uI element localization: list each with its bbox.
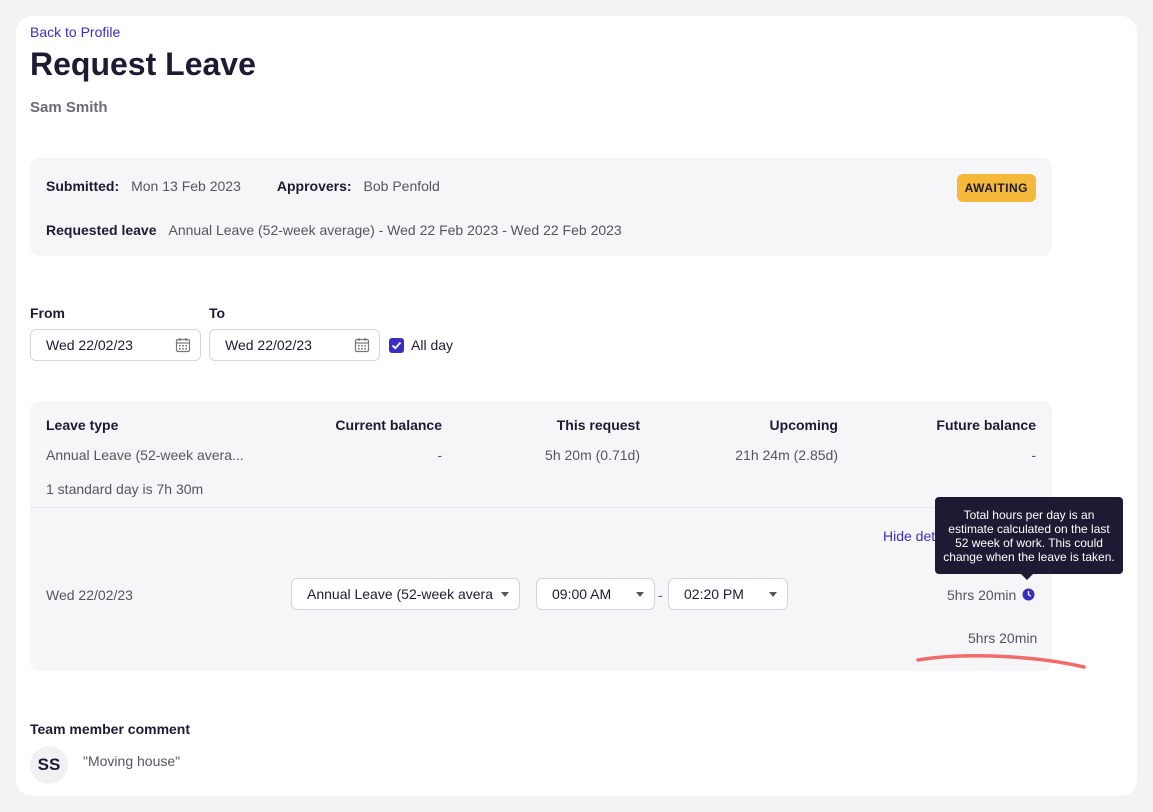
status-badge: AWAITING bbox=[956, 174, 1036, 202]
divider bbox=[30, 507, 1052, 508]
leave-type-select-value: Annual Leave (52-week avera bbox=[307, 586, 494, 602]
all-day-label[interactable]: All day bbox=[411, 337, 453, 353]
start-time-select[interactable]: 09:00 AM bbox=[536, 578, 655, 610]
from-date-input[interactable]: Wed 22/02/23 bbox=[30, 329, 201, 361]
approvers-label: Approvers: bbox=[276, 178, 352, 194]
request-leave-card: Back to Profile Request Leave Sam Smith … bbox=[16, 16, 1137, 796]
current-balance-header: Current balance bbox=[335, 417, 442, 433]
chevron-down-icon bbox=[501, 592, 509, 597]
comment-text: "Moving house" bbox=[83, 753, 181, 769]
back-to-profile-link[interactable]: Back to Profile bbox=[30, 24, 120, 40]
to-date-value: Wed 22/02/23 bbox=[225, 337, 312, 353]
requested-leave-value: Annual Leave (52-week average) - Wed 22 … bbox=[168, 222, 622, 238]
upcoming-cell: 21h 24m (2.85d) bbox=[735, 447, 838, 463]
employee-name: Sam Smith bbox=[30, 99, 108, 116]
end-time-select[interactable]: 02:20 PM bbox=[668, 578, 788, 610]
to-label: To bbox=[209, 305, 226, 321]
all-day-checkbox[interactable] bbox=[389, 338, 404, 353]
upcoming-header: Upcoming bbox=[769, 417, 838, 433]
calendar-icon[interactable] bbox=[175, 337, 191, 353]
page-title: Request Leave bbox=[30, 46, 256, 82]
start-time-value: 09:00 AM bbox=[552, 586, 612, 602]
avatar: SS bbox=[30, 746, 68, 784]
chevron-down-icon bbox=[636, 592, 644, 597]
day-row-date: Wed 22/02/23 bbox=[46, 587, 133, 603]
leave-balance-panel: Leave type Current balance This request … bbox=[30, 401, 1052, 671]
leave-type-header: Leave type bbox=[46, 417, 119, 433]
end-time-value: 02:20 PM bbox=[684, 586, 744, 602]
current-balance-cell: - bbox=[437, 447, 442, 463]
from-label: From bbox=[30, 305, 65, 321]
this-request-cell: 5h 20m (0.71d) bbox=[545, 447, 640, 463]
annotation-underline bbox=[916, 654, 1086, 669]
time-separator: - bbox=[658, 587, 663, 603]
future-balance-cell: - bbox=[1031, 447, 1036, 463]
chevron-down-icon bbox=[769, 592, 777, 597]
this-request-header: This request bbox=[556, 417, 640, 433]
checkmark-icon bbox=[391, 341, 402, 350]
total-hours: 5hrs 20min bbox=[968, 630, 1038, 646]
future-balance-header: Future balance bbox=[936, 417, 1036, 433]
submitted-label: Submitted: bbox=[46, 178, 120, 194]
comment-heading: Team member comment bbox=[30, 721, 191, 737]
submitted-value: Mon 13 Feb 2023 bbox=[131, 178, 241, 194]
approvers-value: Bob Penfold bbox=[363, 178, 440, 194]
standard-day-note: 1 standard day is 7h 30m bbox=[46, 481, 204, 497]
request-summary-panel: Submitted: Mon 13 Feb 2023 Approvers: Bo… bbox=[30, 158, 1052, 256]
hours-estimate-tooltip: Total hours per day is an estimate calcu… bbox=[935, 497, 1123, 580]
leave-type-cell: Annual Leave (52-week avera... bbox=[46, 447, 244, 463]
day-row-hours: 5hrs 20min bbox=[947, 587, 1017, 603]
calendar-icon[interactable] bbox=[354, 337, 370, 353]
from-date-value: Wed 22/02/23 bbox=[46, 337, 133, 353]
to-date-input[interactable]: Wed 22/02/23 bbox=[209, 329, 380, 361]
clock-icon[interactable] bbox=[1022, 588, 1035, 601]
requested-leave-label: Requested leave bbox=[46, 222, 157, 238]
hide-details-link[interactable]: Hide det bbox=[883, 528, 935, 544]
leave-type-select[interactable]: Annual Leave (52-week avera bbox=[291, 578, 520, 610]
